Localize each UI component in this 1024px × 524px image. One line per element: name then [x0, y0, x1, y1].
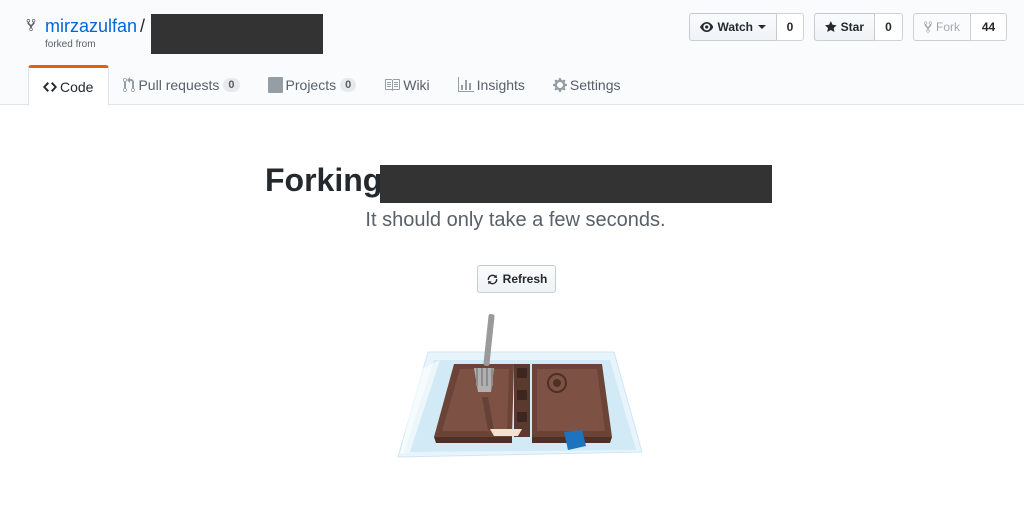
- refresh-label: Refresh: [502, 272, 548, 286]
- tab-settings[interactable]: Settings: [539, 65, 635, 105]
- fork-count[interactable]: 44: [971, 13, 1007, 41]
- refresh-button[interactable]: Refresh: [477, 265, 556, 293]
- git-pull-request-icon: [123, 77, 136, 93]
- star-label: Star: [840, 20, 864, 34]
- forked-from-label: forked from: [45, 39, 96, 50]
- tab-insights[interactable]: Insights: [444, 65, 539, 105]
- repository-header: mirzazulfan / forked from Watch 0 Star 0: [0, 0, 1024, 106]
- owner-link[interactable]: mirzazulfan: [45, 16, 137, 37]
- eye-icon: [700, 21, 714, 33]
- watch-count[interactable]: 0: [777, 13, 804, 41]
- tab-settings-label: Settings: [569, 77, 621, 93]
- tab-wiki-label: Wiki: [403, 77, 430, 93]
- star-count[interactable]: 0: [875, 13, 903, 41]
- tab-code-label: Code: [60, 79, 94, 95]
- repo-nav-tabs: Code Pull requests 0 Projects 0 Wiki Ins…: [28, 65, 635, 106]
- star-group: Star 0: [814, 13, 903, 41]
- forking-illustration: [397, 314, 643, 458]
- page-title: Forking: [265, 162, 383, 198]
- tab-pull-requests-label: Pull requests: [138, 77, 220, 93]
- tab-wiki[interactable]: Wiki: [370, 65, 443, 105]
- tab-projects-label: Projects: [285, 77, 337, 93]
- gear-icon: [552, 78, 567, 92]
- redacted-repo-title: [380, 165, 772, 203]
- redacted-repo-name: [151, 14, 323, 54]
- tab-code[interactable]: Code: [28, 65, 110, 106]
- chevron-down-icon: [758, 25, 766, 29]
- fork-group: Fork 44: [913, 13, 1007, 41]
- book-icon: [385, 79, 401, 91]
- tab-pull-requests[interactable]: Pull requests 0: [109, 65, 253, 105]
- sync-icon: [487, 274, 498, 284]
- pull-requests-count: 0: [223, 78, 240, 92]
- graph-icon: [457, 77, 474, 92]
- watch-group: Watch 0: [689, 13, 804, 41]
- code-icon: [43, 82, 57, 92]
- path-separator: /: [140, 16, 146, 36]
- fork-button[interactable]: Fork: [913, 13, 971, 41]
- watch-button[interactable]: Watch: [689, 13, 777, 41]
- tab-projects[interactable]: Projects 0: [254, 65, 371, 105]
- star-button[interactable]: Star: [814, 13, 875, 41]
- repo-forked-icon: [924, 21, 932, 33]
- tab-insights-label: Insights: [476, 77, 525, 93]
- star-icon: [825, 21, 837, 32]
- project-icon: [267, 77, 283, 93]
- forking-subtitle: It should only take a few seconds.: [365, 209, 666, 231]
- fork-label: Fork: [936, 20, 960, 34]
- watch-label: Watch: [717, 20, 753, 34]
- projects-count: 0: [340, 78, 357, 92]
- repo-forked-icon: [26, 18, 36, 32]
